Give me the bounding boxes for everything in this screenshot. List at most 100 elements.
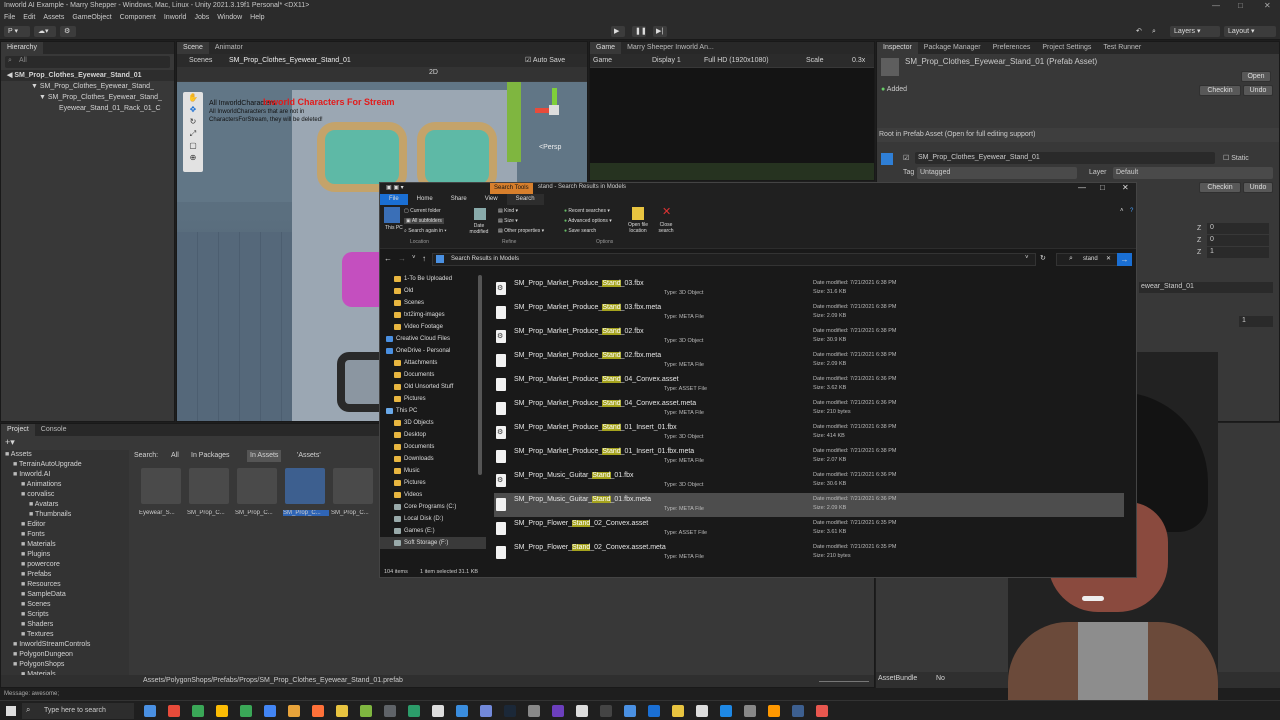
active-checkbox[interactable]: ☑ [903, 154, 909, 162]
tag-dropdown[interactable]: Untagged [917, 167, 1077, 179]
taskbar-app-icon[interactable] [768, 705, 780, 717]
project-folder[interactable]: ■ PolygonDungeon [1, 650, 129, 660]
nav-item[interactable]: Video Footage [380, 321, 486, 333]
project-folder[interactable]: ■ Thumbnails [1, 510, 129, 520]
project-folder[interactable]: ■ TerrainAutoUpgrade [1, 460, 129, 470]
asset-thumbnail[interactable] [285, 468, 325, 504]
taskbar-app-icon[interactable] [312, 705, 324, 717]
menu-item[interactable]: Component [120, 12, 156, 23]
inspector-tab[interactable]: Project Settings [1036, 42, 1097, 54]
nav-item[interactable]: OneDrive - Personal [380, 345, 486, 357]
rect-tool-icon[interactable]: ▢ [183, 140, 203, 152]
nav-item[interactable]: Music [380, 465, 486, 477]
hierarchy-item[interactable]: ▼ SM_Prop_Clothes_Eyewear_Stand_ [1, 81, 174, 92]
2d-toggle[interactable]: 2D [429, 69, 438, 76]
ribbon-size[interactable]: ▤ Size ▾ [498, 218, 518, 224]
explorer-maximize-icon[interactable]: □ [1100, 183, 1105, 192]
nav-item[interactable]: Scenes [380, 297, 486, 309]
address-dropdown-icon[interactable]: ˅ [1025, 255, 1029, 261]
taskbar-app-icon[interactable] [384, 705, 396, 717]
rotate-tool-icon[interactable]: ↻ [183, 116, 203, 128]
file-row[interactable]: ⚙ SM_Prop_Market_Produce_Stand_02.fbx Type… [494, 325, 1124, 349]
persp-label[interactable]: <Persp [539, 144, 561, 151]
taskbar-app-icon[interactable] [240, 705, 252, 717]
ribbon-tab[interactable]: Search [506, 194, 544, 205]
project-folder[interactable]: ■ Prefabs [1, 570, 129, 580]
this-pc-icon[interactable] [384, 207, 400, 223]
asset-thumbnail[interactable] [333, 468, 373, 504]
asset-thumbnail[interactable] [189, 468, 229, 504]
z-field-1[interactable]: 0 [1207, 223, 1269, 234]
nav-item[interactable]: This PC [380, 405, 486, 417]
layer-dropdown[interactable]: Default [1113, 167, 1273, 179]
scale-value[interactable]: 0.3x [852, 54, 865, 67]
maximize-icon[interactable]: □ [1238, 0, 1243, 12]
services-icon[interactable]: ⚙ [60, 26, 76, 37]
file-row[interactable]: SM_Prop_Flower_Stand_02_Convex.asset Type… [494, 517, 1124, 541]
nav-item[interactable]: Games (E:) [380, 525, 486, 537]
ribbon-collapse-icon[interactable]: ˄ [1120, 208, 1124, 214]
ribbon-all-subfolders[interactable]: ▣ All subfolders [404, 218, 444, 224]
menu-item[interactable]: Edit [23, 12, 35, 23]
nav-item[interactable]: txt2img-images [380, 309, 486, 321]
play-button[interactable]: ▶ [611, 26, 625, 37]
taskbar-app-icon[interactable] [504, 705, 516, 717]
nav-item[interactable]: Documents [380, 441, 486, 453]
open-location-icon[interactable] [632, 207, 644, 220]
layout-dropdown[interactable]: Layout ▾ [1224, 26, 1276, 37]
project-folder[interactable]: ■ Editor [1, 520, 129, 530]
hand-tool-icon[interactable]: ✋ [183, 92, 203, 104]
file-row[interactable]: SM_Prop_Market_Produce_Stand_04_Convex.a… [494, 373, 1124, 397]
hierarchy-item[interactable]: Eyewear_Stand_01_Rack_01_C [1, 103, 174, 114]
taskbar-app-icon[interactable] [408, 705, 420, 717]
windows-start-icon[interactable] [6, 706, 16, 716]
open-button[interactable]: Open [1241, 71, 1271, 82]
menu-item[interactable]: Inworld [164, 12, 187, 23]
breadcrumb-prefab[interactable]: SM_Prop_Clothes_Eyewear_Stand_01 [229, 54, 351, 67]
minimize-icon[interactable]: — [1212, 0, 1220, 12]
taskbar-app-icon[interactable] [648, 705, 660, 717]
auto-save-toggle[interactable]: ☑ Auto Save [525, 54, 565, 67]
ribbon-tab[interactable]: File [380, 194, 408, 205]
ribbon-kind[interactable]: ▤ Kind ▾ [498, 208, 518, 214]
taskbar-app-icon[interactable] [744, 705, 756, 717]
menu-item[interactable]: Help [250, 12, 264, 23]
close-search-icon[interactable]: ✕ [662, 205, 671, 218]
game-display-dropdown[interactable]: Game [593, 54, 612, 67]
nav-item[interactable]: Creative Cloud Files [380, 333, 486, 345]
ribbon-open-location[interactable]: Open file location [624, 222, 652, 234]
project-folder[interactable]: ■ Assets [1, 450, 129, 460]
taskbar-app-icon[interactable] [336, 705, 348, 717]
nav-item[interactable]: Old Unsorted Stuff [380, 381, 486, 393]
taskbar-app-icon[interactable] [672, 705, 684, 717]
taskbar-app-icon[interactable] [168, 705, 180, 717]
ribbon-date-modified[interactable]: Date modified [466, 223, 492, 235]
assetbundle-value[interactable]: No [936, 675, 945, 682]
nav-item[interactable]: 1-To Be Uploaded [380, 273, 486, 285]
checkin-button-2[interactable]: Checkin [1199, 182, 1241, 193]
ribbon-close-search[interactable]: Close search [654, 222, 678, 234]
nav-scrollbar[interactable] [478, 275, 482, 475]
ribbon-tab[interactable]: Home [408, 194, 442, 205]
tab-game[interactable]: Game [590, 42, 622, 54]
nav-item[interactable]: Local Disk (D:) [380, 513, 486, 525]
tab-marry-sheeper[interactable]: Marry Sheeper Inworld An... [621, 42, 720, 54]
project-folder[interactable]: ■ Resources [1, 580, 129, 590]
taskbar-app-icon[interactable] [360, 705, 372, 717]
project-folder[interactable]: ■ Materials [1, 540, 129, 550]
resolution-select[interactable]: Full HD (1920x1080) [704, 54, 769, 67]
project-folder[interactable]: ■ Animations [1, 480, 129, 490]
ribbon-other-props[interactable]: ▤ Other properties ▾ [498, 228, 544, 234]
explorer-minimize-icon[interactable]: — [1078, 183, 1086, 192]
object-ref-field[interactable]: ewear_Stand_01 [1139, 282, 1273, 293]
file-row[interactable]: ⚙ SM_Prop_Market_Produce_Stand_01_Insert_… [494, 421, 1124, 445]
menu-item[interactable]: Assets [43, 12, 64, 23]
taskbar-app-icon[interactable] [528, 705, 540, 717]
nav-item[interactable]: Pictures [380, 393, 486, 405]
project-folder[interactable]: ■ corvalisc [1, 490, 129, 500]
project-folder[interactable]: ■ Scenes [1, 600, 129, 610]
taskbar-app-icon[interactable] [720, 705, 732, 717]
search-tools-tab[interactable]: Search Tools [490, 183, 533, 194]
filter-in-assets[interactable]: In Assets [247, 450, 282, 462]
console-status-bar[interactable]: Message: awesome; [0, 689, 875, 699]
